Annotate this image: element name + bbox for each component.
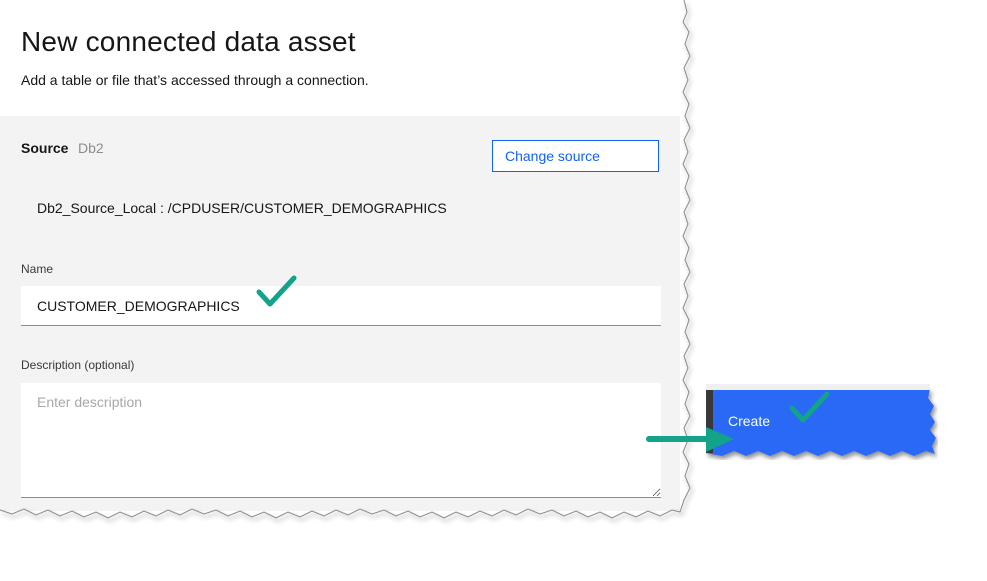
- arrow-right-icon: [646, 427, 734, 452]
- name-checkmark-icon: [256, 275, 297, 307]
- create-asset-panel: New connected data asset Add a table or …: [0, 0, 700, 530]
- create-checkmark-icon: [789, 391, 830, 423]
- torn-edge-decoration: [0, 0, 700, 530]
- screenshot-canvas: New connected data asset Add a table or …: [0, 0, 987, 581]
